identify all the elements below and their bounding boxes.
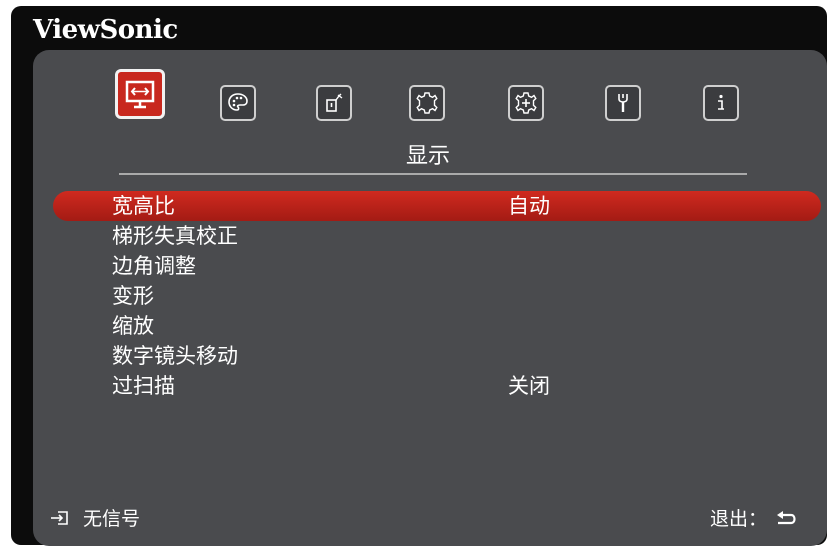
tab-basic[interactable] [409, 85, 445, 121]
menu-item-label: 梯形失真校正 [112, 224, 238, 248]
exit-label: 退出： [709, 508, 767, 530]
tab-display[interactable] [115, 69, 165, 119]
menu-item-label: 过扫描 [112, 374, 175, 398]
menu-item-label: 变形 [112, 284, 154, 308]
tab-power[interactable] [316, 85, 352, 121]
input-source-icon [51, 510, 68, 525]
menu-item-corner-adjust[interactable]: 边角调整 [33, 251, 827, 281]
return-arrow-icon [777, 510, 796, 524]
menu-tabs: 显示 [33, 50, 827, 180]
menu-item-zoom[interactable]: 缩放 [33, 311, 827, 341]
info-icon [718, 94, 724, 110]
menu-item-label: 缩放 [112, 314, 154, 338]
menu-item-keystone[interactable]: 梯形失真校正 [33, 221, 827, 251]
signal-status: 无信号 [49, 504, 140, 531]
menu-item-aspect-ratio[interactable]: 宽高比 自动 [33, 191, 827, 221]
exit-hint[interactable]: 退出： [710, 504, 797, 531]
signal-status-text: 无信号 [83, 508, 141, 530]
power-plug-icon [326, 93, 343, 112]
menu-item-value: 自动 [508, 194, 550, 218]
menu-item-overscan[interactable]: 过扫描 关闭 [33, 371, 827, 401]
menu-item-digital-lens-shift[interactable]: 数字镜头移动 [33, 341, 827, 371]
wrench-icon [618, 94, 628, 112]
tab-information[interactable] [703, 85, 739, 121]
menu-item-label: 宽高比 [112, 194, 175, 218]
menu-item-value: 关闭 [508, 374, 550, 398]
gear-outline-icon [416, 92, 438, 114]
tab-advanced[interactable] [508, 85, 544, 121]
palette-icon [228, 93, 248, 111]
menu-item-label: 数字镜头移动 [112, 344, 238, 368]
tab-image[interactable] [220, 85, 256, 121]
osd-panel: 显示 宽高比 自动 梯形失真校正 边角调整 变形 缩放 数字镜头移动 过扫描 关… [33, 50, 827, 546]
menu-item-warp[interactable]: 变形 [33, 281, 827, 311]
menu-item-label: 边角调整 [112, 254, 196, 278]
display-icon [125, 80, 155, 109]
osd-frame: ViewSonic 显示 宽高比 自动 梯形失真校正 边角调整 变形 缩放 数字… [11, 6, 827, 546]
gear-plus-icon [515, 92, 537, 114]
tab-system[interactable] [605, 85, 641, 121]
active-tab-label: 显示 [405, 144, 450, 169]
divider [119, 173, 747, 175]
menu-list: 宽高比 自动 梯形失真校正 边角调整 变形 缩放 数字镜头移动 过扫描 关闭 [33, 191, 827, 401]
brand-logo: ViewSonic [33, 15, 178, 45]
